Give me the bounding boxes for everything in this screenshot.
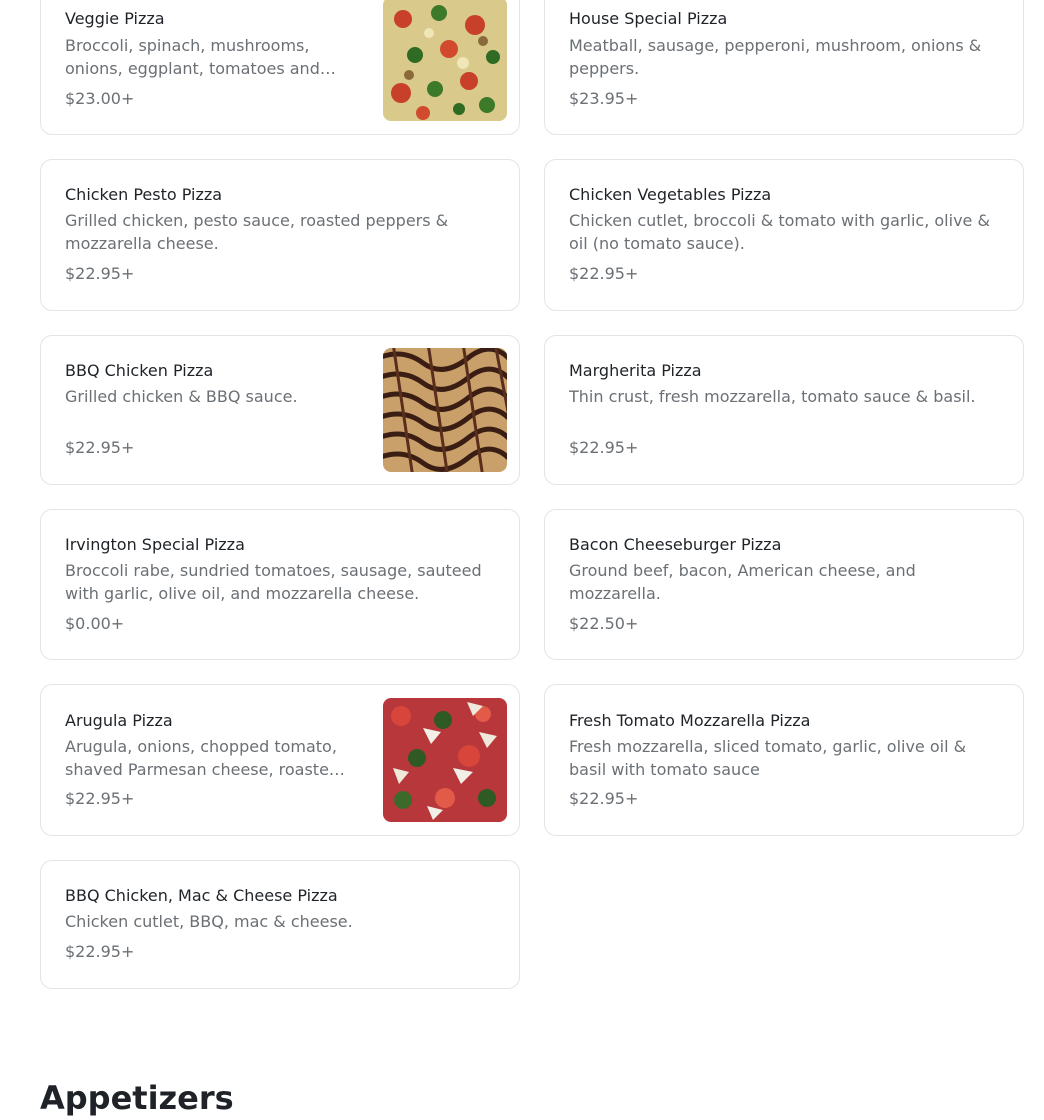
menu-item-card[interactable]: Chicken Pesto Pizza Grilled chicken, pes… [40, 159, 520, 311]
item-description: Chicken cutlet, broccoli & tomato with g… [569, 211, 990, 253]
menu-item-card[interactable]: BBQ Chicken, Mac & Cheese Pizza Chicken … [40, 860, 520, 989]
item-price: $23.95+ [569, 89, 639, 108]
menu-item-card[interactable]: Veggie Pizza Broccoli, spinach, mushroom… [40, 0, 520, 135]
bbq-chicken-pizza-image [383, 348, 507, 472]
menu-item-card[interactable]: Fresh Tomato Mozzarella Pizza Fresh mozz… [544, 684, 1024, 836]
menu-item-card[interactable]: Chicken Vegetables Pizza Chicken cutlet,… [544, 159, 1024, 311]
item-name: Veggie Pizza [65, 9, 165, 28]
item-description: Chicken cutlet, BBQ, mac & cheese. [65, 912, 353, 931]
veggie-pizza-image [383, 0, 507, 121]
menu-item-card[interactable]: Arugula Pizza Arugula, onions, chopped t… [40, 684, 520, 836]
item-name: Chicken Vegetables Pizza [569, 185, 772, 204]
item-name: BBQ Chicken, Mac & Cheese Pizza [65, 886, 338, 905]
item-price: $22.50+ [569, 614, 639, 633]
item-name: Fresh Tomato Mozzarella Pizza [569, 711, 811, 730]
item-price: $22.95+ [65, 264, 135, 283]
menu-item-card[interactable]: BBQ Chicken Pizza Grilled chicken & BBQ … [40, 335, 520, 485]
item-description: Thin crust, fresh mozzarella, tomato sau… [569, 387, 976, 406]
item-price: $22.95+ [65, 942, 135, 961]
section-heading-appetizers: Appetizers [40, 1079, 234, 1117]
item-price: $22.95+ [569, 789, 639, 808]
item-price: $0.00+ [65, 614, 125, 633]
item-price: $23.00+ [65, 89, 135, 108]
item-description: Broccoli rabe, sundried tomatoes, sausag… [65, 561, 482, 603]
item-name: House Special Pizza [569, 9, 728, 28]
item-description: Fresh mozzarella, sliced tomato, garlic,… [569, 737, 967, 779]
item-description: Grilled chicken, pesto sauce, roasted pe… [65, 211, 449, 253]
item-description: Grilled chicken & BBQ sauce. [65, 387, 298, 406]
menu-item-card[interactable]: Irvington Special Pizza Broccoli rabe, s… [40, 509, 520, 660]
item-description: Arugula, onions, chopped tomato, shaved … [65, 737, 345, 779]
item-price: $22.95+ [65, 438, 135, 457]
item-name: Irvington Special Pizza [65, 535, 245, 554]
item-name: BBQ Chicken Pizza [65, 361, 214, 380]
item-description: Ground beef, bacon, American cheese, and… [569, 561, 916, 603]
menu-item-card[interactable]: Margherita Pizza Thin crust, fresh mozza… [544, 335, 1024, 485]
item-name: Margherita Pizza [569, 361, 702, 380]
item-name: Arugula Pizza [65, 711, 173, 730]
item-price: $22.95+ [569, 438, 639, 457]
menu-item-card[interactable]: House Special Pizza Meatball, sausage, p… [544, 0, 1024, 135]
item-name: Chicken Pesto Pizza [65, 185, 223, 204]
item-price: $22.95+ [569, 264, 639, 283]
item-name: Bacon Cheeseburger Pizza [569, 535, 782, 554]
arugula-pizza-image [383, 698, 507, 822]
item-price: $22.95+ [65, 789, 135, 808]
item-description: Broccoli, spinach, mushrooms, onions, eg… [65, 36, 336, 78]
item-description: Meatball, sausage, pepperoni, mushroom, … [569, 36, 982, 78]
menu-item-card[interactable]: Bacon Cheeseburger Pizza Ground beef, ba… [544, 509, 1024, 660]
